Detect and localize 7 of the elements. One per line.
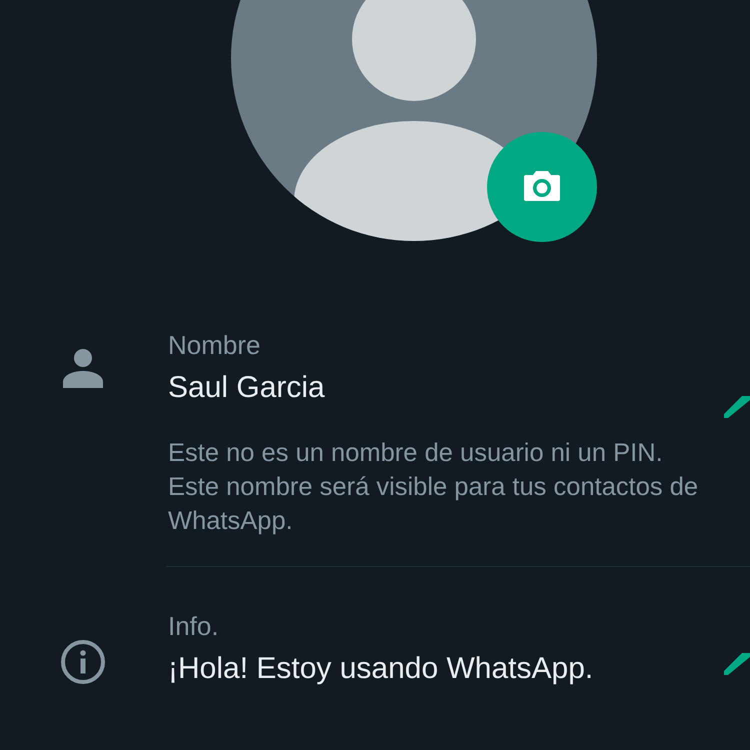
info-icon bbox=[60, 639, 106, 685]
field-label: Info. bbox=[168, 611, 220, 641]
field-label: Nombre bbox=[168, 330, 262, 360]
field-value: Saul Garcia bbox=[168, 370, 325, 406]
hint-text: Este no es un nombre de usuario ni un PIN. Este nombre será visible para tus contactos de WhatsApp. bbox=[168, 438, 700, 537]
person-icon bbox=[62, 348, 104, 388]
field-value: ¡Hola! Estoy usando WhatsApp. bbox=[168, 651, 594, 687]
